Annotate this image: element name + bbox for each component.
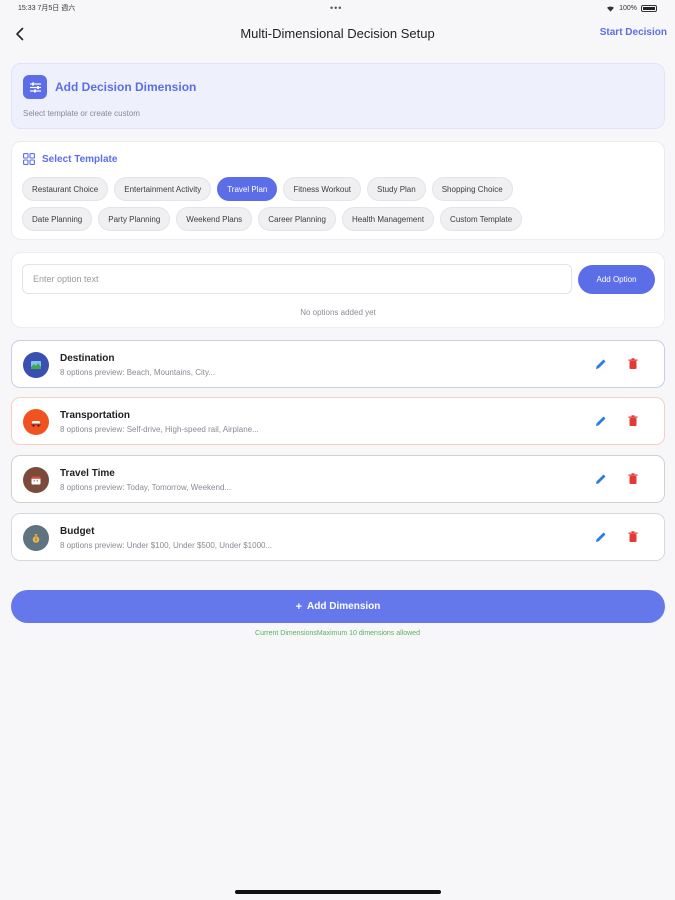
template-chip[interactable]: Study Plan [367, 177, 426, 201]
dimension-avatar [23, 352, 49, 378]
status-time-date: 15:33 7月5日 週六 [18, 5, 76, 12]
template-chip[interactable]: Health Management [342, 207, 435, 231]
trash-icon[interactable] [626, 357, 640, 371]
wifi-icon [607, 5, 615, 12]
template-chip-row-2: Date Planning Party Planning Weekend Pla… [22, 207, 523, 231]
money-bag-icon [32, 534, 40, 543]
add-dimension-label: Add Dimension [307, 601, 381, 612]
template-section-header: Select Template [23, 153, 117, 165]
dimension-card-travel-time[interactable]: Travel Time 8 options preview: Today, To… [11, 455, 665, 503]
dimension-preview: 8 options preview: Under $100, Under $50… [60, 541, 273, 550]
nav-bar: Multi-Dimensional Decision Setup Start D… [0, 16, 675, 54]
car-icon [31, 421, 41, 427]
template-chip[interactable]: Career Planning [258, 207, 336, 231]
trash-icon[interactable] [626, 414, 640, 428]
calendar-icon [31, 476, 41, 485]
map-icon [31, 361, 41, 369]
pencil-icon[interactable] [594, 414, 608, 428]
dimension-preview: 8 options preview: Beach, Mountains, Cit… [60, 368, 216, 377]
template-chip[interactable]: Date Planning [22, 207, 93, 231]
dimension-preview: 8 options preview: Self-drive, High-spee… [60, 425, 259, 434]
trash-icon[interactable] [626, 472, 640, 486]
option-entry-card: Add Option No options added yet [11, 252, 665, 328]
dimension-card-transportation[interactable]: Transportation 8 options preview: Self-d… [11, 397, 665, 445]
plus-icon: + [295, 600, 303, 613]
battery-icon [641, 4, 657, 12]
page-title: Multi-Dimensional Decision Setup [240, 26, 435, 41]
empty-options-text: No options added yet [300, 308, 376, 317]
option-text-input[interactable] [22, 264, 572, 294]
dimension-avatar [23, 467, 49, 493]
hero-title: Add Decision Dimension [55, 80, 197, 94]
template-chip[interactable]: Entertainment Activity [114, 177, 212, 201]
template-chip-row-1: Restaurant Choice Entertainment Activity… [22, 177, 513, 201]
template-chip[interactable]: Custom Template [440, 207, 523, 231]
home-indicator[interactable] [235, 890, 441, 894]
dimension-avatar [23, 409, 49, 435]
pencil-icon[interactable] [594, 357, 608, 371]
template-chip[interactable]: Weekend Plans [176, 207, 253, 231]
template-chip-selected[interactable]: Travel Plan [217, 177, 278, 201]
sliders-icon [23, 75, 47, 99]
hero-subtitle: Select template or create custom [23, 109, 140, 118]
dimension-card-budget[interactable]: Budget 8 options preview: Under $100, Un… [11, 513, 665, 561]
pencil-icon[interactable] [594, 472, 608, 486]
template-chip[interactable]: Fitness Workout [283, 177, 362, 201]
dimension-preview: 8 options preview: Today, Tomorrow, Week… [60, 483, 232, 492]
multitask-dots[interactable]: ••• [330, 3, 342, 13]
dimension-limit-hint: Current DimensionsMaximum 10 dimensions … [255, 630, 420, 637]
start-decision-button[interactable]: Start Decision [600, 27, 667, 38]
grid-icon [23, 153, 35, 165]
battery-percent: 100% [619, 4, 637, 12]
dimension-title: Transportation [60, 410, 131, 421]
dimension-title: Destination [60, 353, 115, 364]
template-chip[interactable]: Shopping Choice [431, 177, 513, 201]
add-option-button[interactable]: Add Option [578, 265, 655, 294]
dimension-title: Budget [60, 526, 95, 537]
pencil-icon[interactable] [594, 530, 608, 544]
dimension-card-destination[interactable]: Destination 8 options preview: Beach, Mo… [11, 340, 665, 388]
template-card: Select Template Restaurant Choice Entert… [11, 141, 665, 240]
template-section-title: Select Template [42, 153, 118, 165]
dimension-avatar [23, 525, 49, 551]
add-dimension-header-card: Add Decision Dimension Select template o… [11, 63, 665, 129]
trash-icon[interactable] [626, 530, 640, 544]
add-dimension-button[interactable]: + Add Dimension [11, 590, 665, 623]
status-right: 100% [606, 4, 657, 12]
template-chip[interactable]: Restaurant Choice [22, 177, 109, 201]
template-chip[interactable]: Party Planning [98, 207, 171, 231]
dimension-title: Travel Time [60, 468, 115, 479]
